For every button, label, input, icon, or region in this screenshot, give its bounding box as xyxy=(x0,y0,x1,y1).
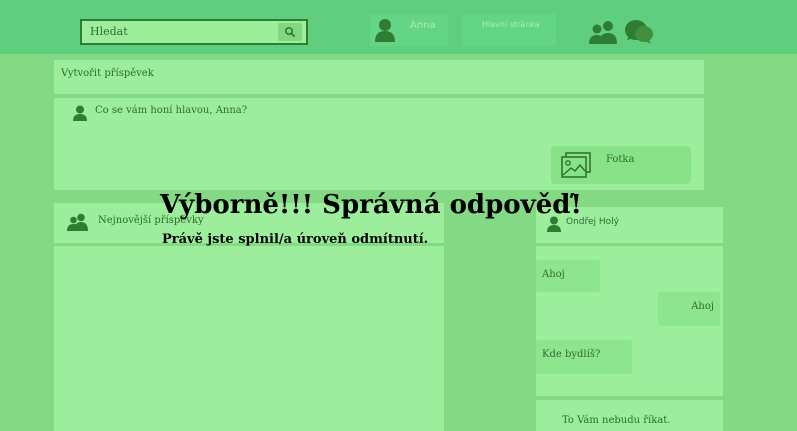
chat-message: Kde bydlíš? xyxy=(536,340,632,374)
profile-name: Anna xyxy=(410,20,436,31)
person-icon xyxy=(73,105,87,121)
success-title: Výborně!!! Správná odpověď! xyxy=(160,190,582,220)
post-input[interactable]: Co se vám honí hlavou, Anna? xyxy=(95,105,247,116)
people-icon[interactable] xyxy=(588,20,620,44)
create-post-header: Vytvořit příspěvek xyxy=(54,60,704,94)
chat-message: Ahoj xyxy=(658,292,720,326)
chat-messages: Ahoj Ahoj Kde bydlíš? xyxy=(536,246,723,396)
chat-reply-text: To Vám nebudu říkat. xyxy=(562,415,671,426)
chat-bubbles-icon[interactable] xyxy=(624,18,654,46)
image-icon xyxy=(561,152,591,178)
create-post-box: Co se vám honí hlavou, Anna? Fotka xyxy=(54,98,704,190)
person-icon xyxy=(375,19,395,42)
search-input[interactable]: Hledat xyxy=(90,25,128,38)
people-icon xyxy=(67,213,88,231)
top-navigation-bar: Hledat Anna Hlavní stránka xyxy=(0,0,797,54)
search-icon xyxy=(285,27,296,38)
home-label: Hlavní stránka xyxy=(482,20,540,29)
news-feed xyxy=(54,246,444,431)
chat-message: Ahoj xyxy=(536,260,600,292)
home-link[interactable]: Hlavní stránka xyxy=(462,14,556,46)
chat-reply[interactable]: To Vám nebudu říkat. xyxy=(536,400,723,431)
search-button[interactable] xyxy=(278,23,302,41)
photo-button[interactable]: Fotka xyxy=(551,146,691,184)
profile-link[interactable]: Anna xyxy=(370,14,448,46)
search-field[interactable]: Hledat xyxy=(80,19,308,45)
photo-label: Fotka xyxy=(606,154,635,165)
success-subtitle: Právě jste splnil/a úroveň odmítnutí. xyxy=(162,232,429,247)
create-post-title: Vytvořit příspěvek xyxy=(61,68,154,79)
